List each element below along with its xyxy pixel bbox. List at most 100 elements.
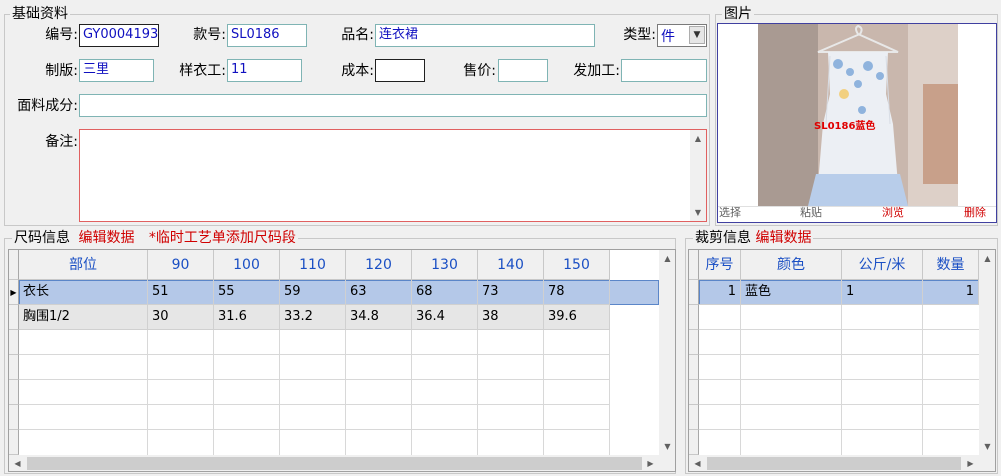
scroll-down-icon[interactable]: ▼ (690, 204, 706, 221)
name-label: 品名: (341, 27, 374, 43)
cost-field[interactable] (375, 59, 425, 82)
cut-grid-vscrollbar[interactable]: ▲ ▼ (979, 250, 995, 455)
type-select[interactable]: 件 ▼ (657, 24, 707, 47)
remark-textarea[interactable] (79, 129, 707, 222)
chevron-down-icon[interactable]: ▼ (689, 26, 705, 44)
grid-line (19, 429, 610, 430)
row-indicator (9, 330, 19, 355)
row-indicator (9, 380, 19, 405)
cut-col-header-kgm[interactable]: 公斤/米 (842, 250, 923, 280)
process-field[interactable] (621, 59, 707, 82)
select-image-button[interactable]: 选择 (719, 206, 741, 220)
grid-line (609, 330, 610, 455)
grid-line (699, 354, 979, 355)
scroll-up-icon[interactable]: ▲ (690, 130, 706, 147)
table-cell[interactable]: 36.4 (412, 305, 478, 330)
fabric-field[interactable] (79, 94, 707, 117)
type-label: 类型: (623, 27, 656, 43)
row-indicator[interactable] (9, 305, 19, 330)
table-cell[interactable]: 蓝色 (741, 280, 842, 305)
size-col-header-130[interactable]: 130 (412, 250, 478, 280)
plate-label: 制版: (45, 63, 78, 79)
cut-col-header-seq[interactable]: 序号 (699, 250, 741, 280)
cut-edit-link[interactable]: 编辑数据 (755, 230, 811, 246)
price-field[interactable] (498, 59, 548, 82)
grid-line (213, 330, 214, 455)
remark-label: 备注: (45, 134, 78, 150)
table-cell[interactable]: 33.2 (280, 305, 346, 330)
cut-grid-hscrollbar[interactable]: ◀ ▶ (689, 455, 995, 471)
browse-image-button[interactable]: 浏览 (882, 206, 904, 220)
size-grid-corner (9, 250, 19, 280)
table-cell[interactable]: 51 (148, 280, 214, 305)
table-cell[interactable]: 衣长 (19, 280, 148, 305)
grid-line (699, 429, 979, 430)
code-field[interactable]: GY0004193 (79, 24, 159, 47)
size-col-header-100[interactable]: 100 (214, 250, 280, 280)
name-field[interactable]: 连衣裙 (375, 24, 595, 47)
style-field[interactable]: SL0186 (227, 24, 307, 47)
cut-info-label: 裁剪信息 (695, 230, 751, 246)
photo-overlay-text: SL0186蓝色 (814, 121, 876, 132)
scroll-up-icon[interactable]: ▲ (979, 250, 995, 267)
size-col-header-110[interactable]: 110 (280, 250, 346, 280)
table-cell[interactable]: 59 (280, 280, 346, 305)
table-cell[interactable]: 1 (923, 280, 979, 305)
table-cell[interactable]: 55 (214, 280, 280, 305)
row-indicator[interactable] (689, 280, 699, 305)
sample-field[interactable]: 11 (227, 59, 302, 82)
delete-image-button[interactable]: 删除 (964, 206, 986, 220)
grid-line (699, 379, 979, 380)
table-cell[interactable]: 38 (478, 305, 544, 330)
scroll-up-icon[interactable]: ▲ (659, 250, 675, 267)
table-cell[interactable]: 30 (148, 305, 214, 330)
cut-grid[interactable]: 序号 颜色 公斤/米 数量 1 蓝色 1 1 ▲ ▼ ◀ ▶ (688, 249, 996, 472)
paste-image-button[interactable]: 粘贴 (800, 206, 822, 220)
table-cell[interactable]: 1 (699, 280, 741, 305)
picture-button-bar (718, 206, 996, 222)
table-cell[interactable]: 1 (842, 280, 923, 305)
scroll-left-icon[interactable]: ◀ (689, 455, 706, 471)
scroll-down-icon[interactable]: ▼ (979, 438, 995, 455)
size-col-header-150[interactable]: 150 (544, 250, 610, 280)
table-cell[interactable]: 胸围1/2 (19, 305, 148, 330)
grid-line (19, 379, 610, 380)
type-select-value: 件 (661, 29, 675, 45)
scroll-left-icon[interactable]: ◀ (9, 455, 26, 471)
size-grid[interactable]: 部位 90 100 110 120 130 140 150 ▶ 衣长 51 55… (8, 249, 676, 472)
cut-col-header-color[interactable]: 颜色 (741, 250, 842, 280)
row-indicator (689, 355, 699, 380)
table-cell[interactable]: 78 (544, 280, 610, 305)
size-edit-link[interactable]: 编辑数据 (78, 230, 134, 246)
scroll-right-icon[interactable]: ▶ (962, 455, 979, 471)
grid-line (411, 330, 412, 455)
sample-label: 样衣工: (179, 63, 226, 79)
row-indicator (689, 430, 699, 455)
price-label: 售价: (463, 63, 496, 79)
size-col-header-90[interactable]: 90 (148, 250, 214, 280)
grid-line (699, 329, 979, 330)
table-cell[interactable]: 68 (412, 280, 478, 305)
grid-line (345, 330, 346, 455)
table-cell[interactable]: 39.6 (544, 305, 610, 330)
size-col-header-part[interactable]: 部位 (19, 250, 148, 280)
plate-field[interactable]: 三里 (79, 59, 154, 82)
scroll-right-icon[interactable]: ▶ (642, 455, 659, 471)
grid-line (699, 404, 979, 405)
table-cell[interactable]: 31.6 (214, 305, 280, 330)
cut-col-header-qty[interactable]: 数量 (923, 250, 979, 280)
table-cell[interactable]: 73 (478, 280, 544, 305)
fabric-label: 面料成分: (17, 98, 78, 114)
table-cell[interactable]: 34.8 (346, 305, 412, 330)
scroll-down-icon[interactable]: ▼ (659, 438, 675, 455)
table-cell[interactable]: 63 (346, 280, 412, 305)
scroll-thumb[interactable] (27, 457, 642, 470)
grid-line (279, 330, 280, 455)
remark-scrollbar[interactable]: ▲ ▼ (690, 130, 706, 221)
size-grid-vscrollbar[interactable]: ▲ ▼ (659, 250, 675, 455)
scroll-thumb[interactable] (707, 457, 961, 470)
row-indicator[interactable]: ▶ (9, 280, 19, 305)
size-col-header-140[interactable]: 140 (478, 250, 544, 280)
size-col-header-120[interactable]: 120 (346, 250, 412, 280)
size-grid-hscrollbar[interactable]: ◀ ▶ (9, 455, 675, 471)
